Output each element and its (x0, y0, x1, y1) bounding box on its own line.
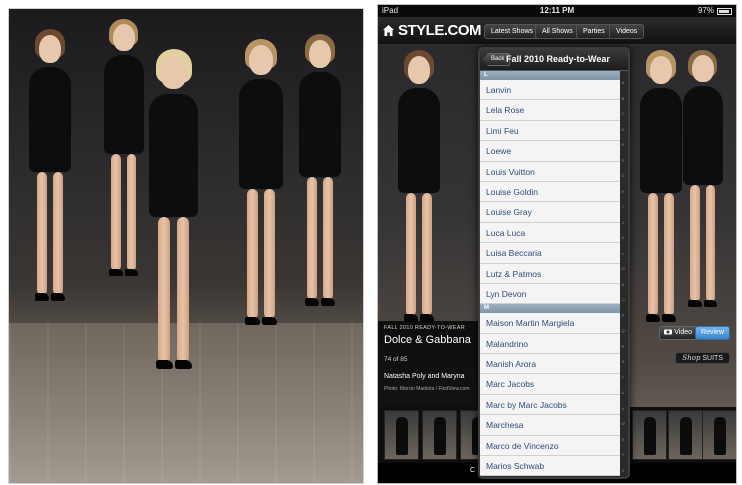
index-letter[interactable]: B (619, 91, 627, 107)
battery-icon (717, 8, 732, 15)
index-letter[interactable]: U (619, 385, 627, 401)
review-button[interactable]: Review (695, 326, 730, 340)
thumbnail[interactable] (668, 410, 703, 460)
list-item[interactable]: Luca Luca (480, 222, 620, 244)
runway-photo (8, 8, 364, 484)
bottom-label: C (470, 467, 476, 474)
look-counter: 74 of 85 (384, 356, 408, 363)
index-letter[interactable]: V (619, 401, 627, 417)
camera-icon (664, 329, 673, 335)
list-item[interactable]: Marc by Marc Jacobs (480, 394, 620, 416)
home-icon[interactable] (383, 25, 394, 36)
index-letter[interactable]: G (619, 168, 627, 184)
index-letter[interactable]: Y (619, 447, 627, 463)
list-item[interactable]: Marchesa (480, 415, 620, 436)
battery-percent: 97% (697, 6, 714, 15)
section-header: L (480, 71, 620, 80)
index-letter[interactable]: J (619, 215, 627, 231)
list-item[interactable]: Marc Jacobs (480, 374, 620, 395)
index-letter[interactable]: T (619, 370, 627, 386)
list-item[interactable]: Lela Rose (480, 100, 620, 121)
section-header: M (480, 304, 620, 314)
style-com-logo[interactable]: STYLE.COM (398, 22, 482, 39)
thumbnail[interactable] (422, 410, 457, 460)
shop-suits-button[interactable]: Shop SUITS (675, 352, 730, 364)
index-letter[interactable]: Q (619, 323, 627, 339)
list-item[interactable]: Malandrino (480, 333, 620, 355)
popover-title: Fall 2010 Ready-to-Wear (506, 54, 610, 64)
index-letter[interactable]: O (619, 292, 627, 308)
nav-latest-shows-button[interactable]: Latest Shows (484, 24, 541, 39)
list-item[interactable]: Marco de Vincenzo (480, 435, 620, 457)
index-letter[interactable]: Z (619, 463, 627, 478)
list-item[interactable]: Lanvin (480, 80, 620, 101)
screenshot-composite: iPad 12:11 PM 97% STYLE.COM Latest Shows… (0, 0, 742, 485)
list-item[interactable]: Lyn Devon (480, 283, 620, 305)
index-letter[interactable]: M (619, 261, 627, 277)
index-letter[interactable]: L (619, 246, 627, 262)
list-item[interactable]: Limi Feu (480, 120, 620, 142)
status-time: 12:11 PM (539, 6, 575, 15)
nav-parties-button[interactable]: Parties (576, 24, 612, 39)
index-letter[interactable]: N (619, 277, 627, 293)
index-letter[interactable]: F (619, 153, 627, 169)
top-nav-bar: STYLE.COM Latest Shows All Shows Parties… (378, 17, 736, 45)
alphabet-index[interactable]: ABCDEFGHIJKLMNOPQRSTUVWXYZ# (619, 75, 627, 473)
index-letter[interactable]: S (619, 354, 627, 370)
index-letter[interactable]: E (619, 137, 627, 153)
list-item[interactable]: Louis Vuitton (480, 161, 620, 182)
index-letter[interactable]: # (619, 478, 627, 479)
index-letter[interactable]: X (619, 432, 627, 448)
shop-category: SUITS (702, 355, 723, 362)
list-item[interactable]: Loewe (480, 141, 620, 162)
designer-list[interactable]: L Lanvin Lela Rose Limi Feu Loewe Louis Vuitt… (480, 71, 620, 477)
index-letter[interactable]: R (619, 339, 627, 355)
designer-list-popover: Back Fall 2010 Ready-to-Wear L Lanvin Lela… (478, 47, 630, 479)
index-letter[interactable]: H (619, 184, 627, 200)
index-letter[interactable]: C (619, 106, 627, 122)
index-letter[interactable]: W (619, 416, 627, 432)
index-letter[interactable]: I (619, 199, 627, 215)
thumbnail[interactable] (632, 410, 667, 460)
thumbnail[interactable] (702, 410, 736, 460)
index-letter[interactable]: K (619, 230, 627, 246)
index-letter[interactable]: P (619, 308, 627, 324)
ipad-screen: iPad 12:11 PM 97% STYLE.COM Latest Shows… (377, 4, 737, 484)
list-item[interactable]: Louise Goldin (480, 181, 620, 203)
photo-credit: Photo: Marcio Madeira / FirstView.com (384, 386, 470, 392)
nav-all-shows-button[interactable]: All Shows (535, 24, 580, 39)
video-button-label: Video (674, 329, 692, 336)
list-item[interactable]: Lutz & Patmos (480, 263, 620, 284)
popover-header: Back Fall 2010 Ready-to-Wear (480, 49, 628, 71)
video-button[interactable]: Video (659, 326, 698, 340)
list-item[interactable]: Maison Martin Margiela (480, 313, 620, 334)
look-info-panel: FALL 2010 READY-TO-WEAR Dolce & Gabbana … (378, 321, 478, 407)
nav-videos-button[interactable]: Videos (609, 24, 645, 39)
list-item[interactable]: Marios Schwab (480, 456, 620, 477)
look-models: Natasha Poly and Maryna (384, 373, 465, 380)
list-item[interactable]: Luisa Beccaria (480, 243, 620, 264)
list-item[interactable]: Louise Gray (480, 202, 620, 223)
index-letter[interactable]: A (619, 75, 627, 91)
status-bar: iPad 12:11 PM 97% (378, 5, 736, 17)
index-letter[interactable]: D (619, 122, 627, 138)
shop-prefix: Shop (682, 354, 701, 362)
thumbnail[interactable] (384, 410, 419, 460)
list-item[interactable]: Manish Arora (480, 354, 620, 375)
look-season: FALL 2010 READY-TO-WEAR (384, 325, 465, 331)
look-designer: Dolce & Gabbana (384, 334, 471, 346)
